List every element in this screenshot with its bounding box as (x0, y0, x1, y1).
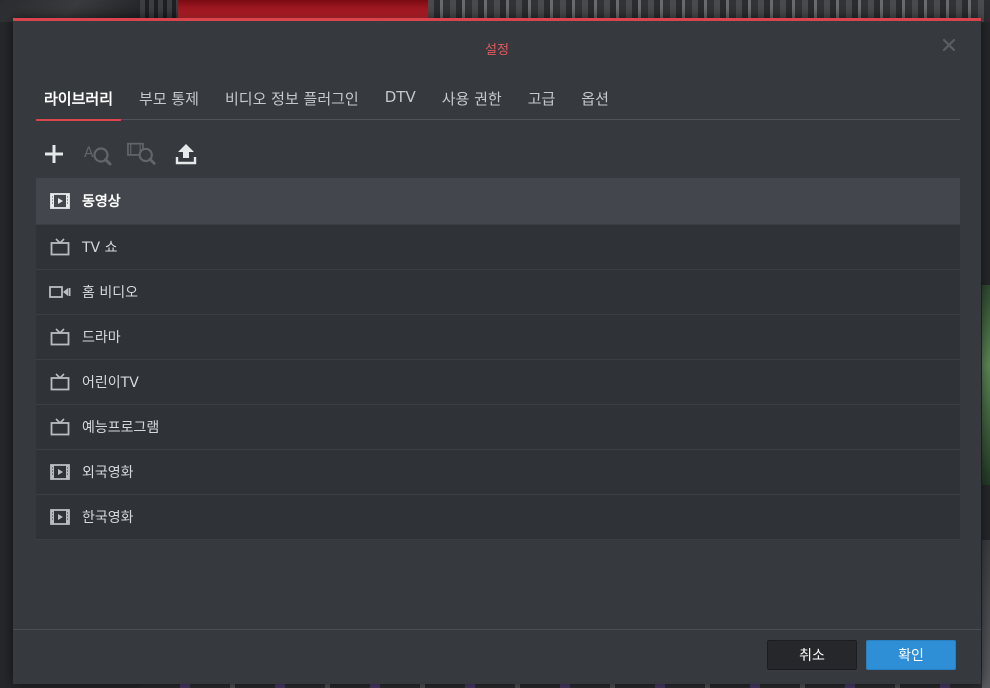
list-item-label: 한국영화 (82, 510, 134, 526)
list-item-label: 홈 비디오 (82, 285, 138, 301)
film-icon (49, 461, 71, 483)
tv-icon (49, 371, 71, 393)
dialog-footer: 취소 확인 (13, 629, 981, 684)
library-list: 동영상 TV 쇼 홈 비디오 드라마 어린이TV 예능프로그램 외국영화 한국영… (36, 178, 960, 540)
list-item-label: 어린이TV (82, 375, 139, 391)
film-search-button[interactable] (127, 139, 157, 169)
dialog-title: 설정 (485, 43, 509, 58)
close-icon (942, 38, 956, 52)
list-item[interactable]: 예능프로그램 (36, 405, 960, 450)
film-icon (49, 190, 71, 212)
tab-advanced[interactable]: 고급 (528, 79, 556, 119)
tv-icon (49, 416, 71, 438)
tab-video-info-plugin[interactable]: 비디오 정보 플러그인 (225, 79, 359, 119)
svg-text:A: A (84, 145, 94, 161)
background-poster (982, 285, 990, 485)
settings-dialog: 설정 라이브러리 부모 통제 비디오 정보 플러그인 DTV 사용 권한 고급 … (13, 18, 981, 684)
list-item-label: TV 쇼 (82, 240, 118, 256)
text-search-button[interactable]: A (83, 139, 113, 169)
list-item-label: 드라마 (82, 330, 121, 346)
list-item[interactable]: 동영상 (36, 178, 960, 225)
cancel-button[interactable]: 취소 (767, 640, 857, 670)
camcorder-icon (49, 281, 71, 303)
upload-icon (175, 144, 197, 165)
list-item-label: 동영상 (82, 194, 121, 210)
list-item-label: 예능프로그램 (82, 420, 160, 436)
tv-icon (49, 236, 71, 258)
add-library-button[interactable] (39, 139, 69, 169)
search-film-icon (127, 142, 156, 165)
close-button[interactable] (941, 37, 957, 53)
list-item[interactable]: 홈 비디오 (36, 270, 960, 315)
list-item[interactable]: 어린이TV (36, 360, 960, 405)
plus-icon (45, 145, 63, 163)
upload-button[interactable] (171, 139, 201, 169)
list-item[interactable]: 외국영화 (36, 450, 960, 495)
list-item[interactable]: TV 쇼 (36, 225, 960, 270)
tv-icon (49, 326, 71, 348)
tab-dtv[interactable]: DTV (385, 79, 416, 119)
settings-tabs: 라이브러리 부모 통제 비디오 정보 플러그인 DTV 사용 권한 고급 옵션 (36, 79, 960, 121)
list-item[interactable]: 드라마 (36, 315, 960, 360)
search-text-icon: A (84, 145, 112, 166)
library-toolbar: A (39, 139, 215, 169)
list-item-label: 외국영화 (82, 465, 134, 481)
list-item[interactable]: 한국영화 (36, 495, 960, 540)
tab-options[interactable]: 옵션 (581, 79, 609, 119)
film-icon (49, 506, 71, 528)
tab-library[interactable]: 라이브러리 (36, 79, 122, 121)
tab-permissions[interactable]: 사용 권한 (442, 79, 502, 119)
ok-button[interactable]: 확인 (866, 640, 956, 670)
tab-parental-control[interactable]: 부모 통제 (139, 79, 199, 119)
background-poster (982, 540, 990, 688)
